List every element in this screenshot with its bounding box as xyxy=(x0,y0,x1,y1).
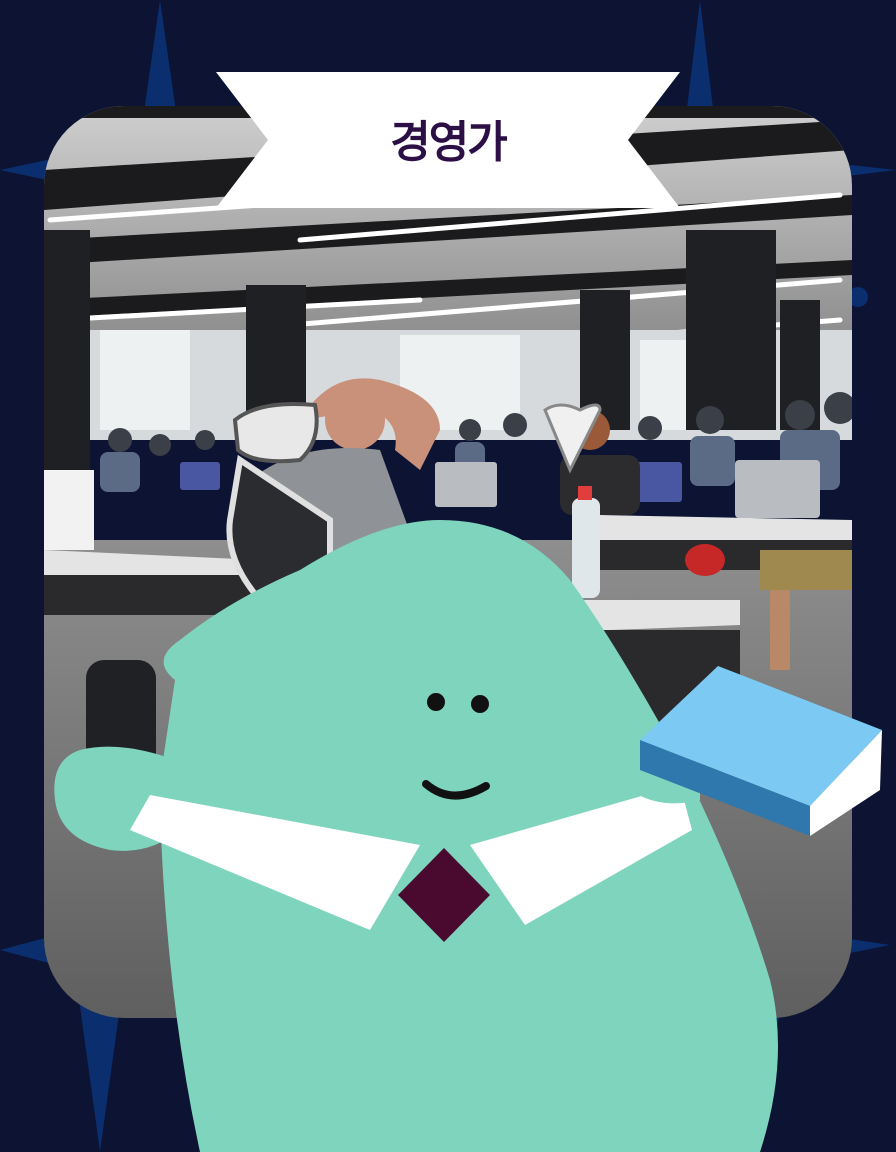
book-icon xyxy=(640,666,882,836)
job-card: 경영가 xyxy=(0,0,896,1152)
